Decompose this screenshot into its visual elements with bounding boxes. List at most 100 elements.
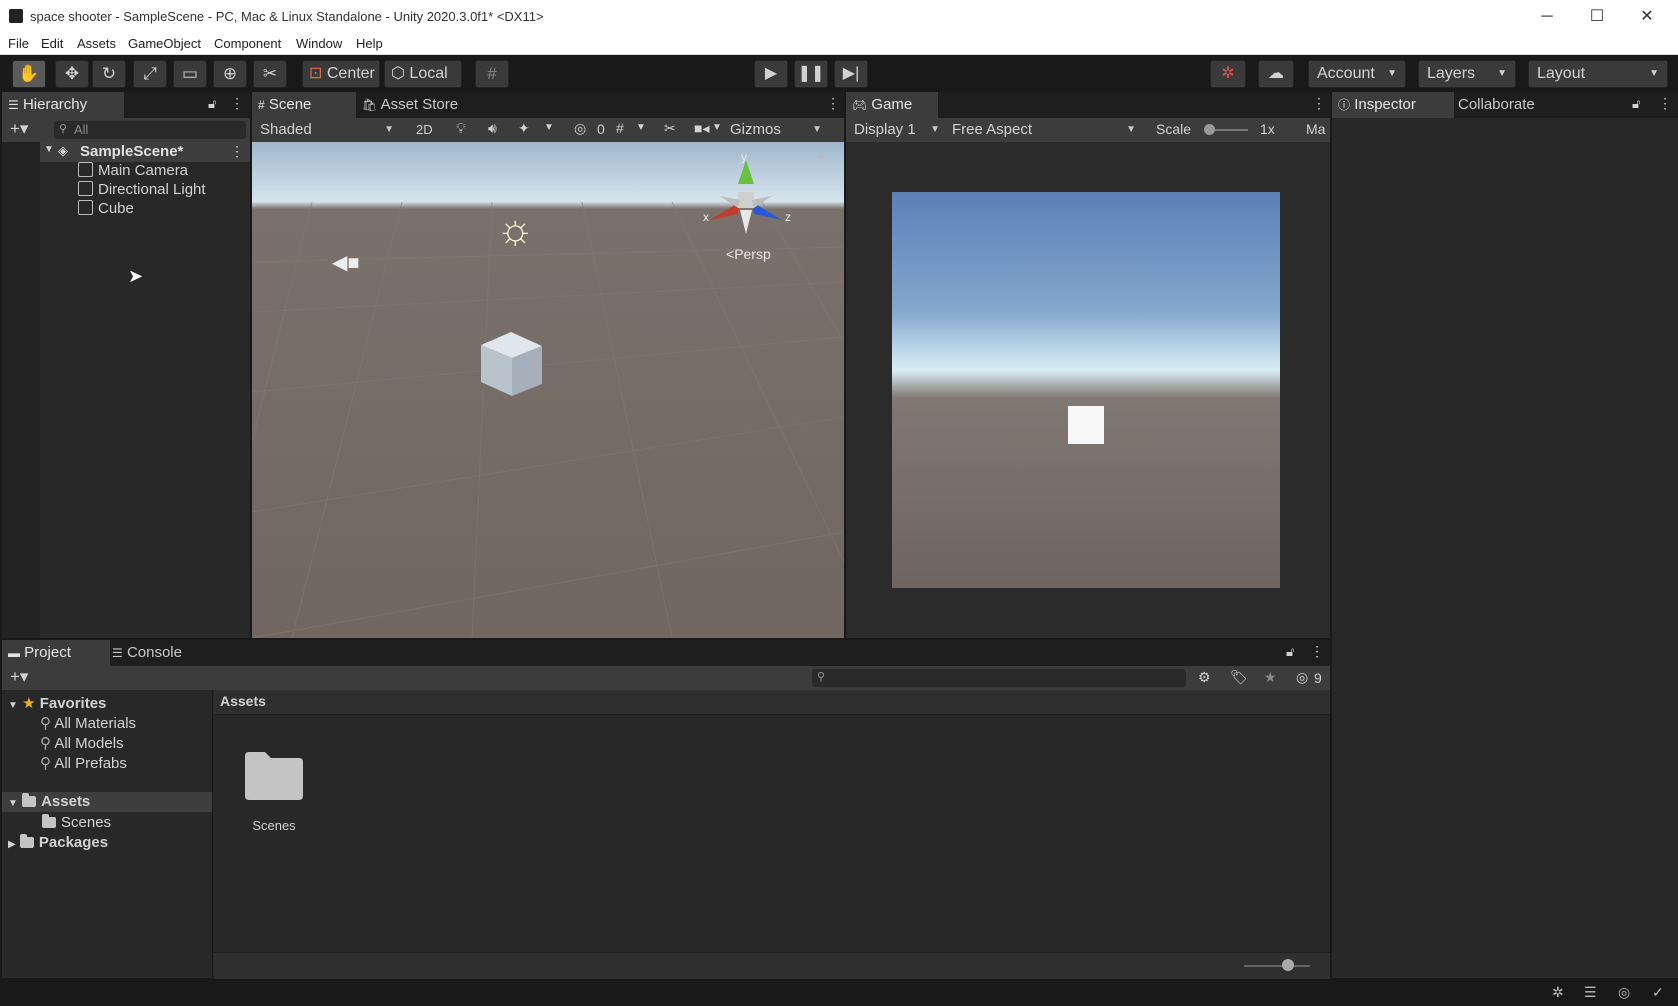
favorite-all-prefabs[interactable]: ⚲ All Prefabs <box>40 754 127 772</box>
pause-button[interactable]: ❚❚ <box>794 60 828 88</box>
tab-scene[interactable]: # Scene <box>252 92 356 118</box>
favorite-star-icon[interactable]: ★ <box>1264 669 1277 686</box>
add-icon[interactable]: +▾ <box>10 119 28 139</box>
maximize-button[interactable]: ☐ <box>1574 4 1620 30</box>
tab-hierarchy[interactable]: ☰ Hierarchy <box>2 92 124 118</box>
chevron-down-icon[interactable]: ▼ <box>544 122 554 133</box>
assets-folder-row[interactable]: ▼ Assets <box>2 792 212 812</box>
search-by-label-icon[interactable]: 🏷︎ <box>1230 669 1248 686</box>
transform-tool-button[interactable]: ⊕ <box>213 60 247 88</box>
lock-icon[interactable]: 🔓︎ <box>1286 644 1294 660</box>
cloud-button[interactable]: ☁ <box>1258 60 1294 88</box>
audio-toggle-icon[interactable]: 🔊︎ <box>488 120 497 137</box>
collab-button[interactable]: ✲ <box>1210 60 1246 88</box>
layout-dropdown[interactable]: Layout ▼ <box>1528 60 1668 88</box>
lock-icon[interactable]: 🔓︎ <box>1632 96 1640 112</box>
scene-row[interactable]: ▼ ◈ SampleScene* ⋮ <box>40 142 250 162</box>
search-by-type-icon[interactable]: ⚙ <box>1198 669 1211 686</box>
chevron-down-icon[interactable]: ▼ <box>636 122 646 133</box>
close-button[interactable]: ✕ <box>1624 4 1670 30</box>
camera-gizmo-icon[interactable]: ◀■ <box>332 250 359 275</box>
account-dropdown[interactable]: Account ▼ <box>1308 60 1406 88</box>
menu-file[interactable]: File <box>8 36 29 51</box>
hierarchy-item-main-camera[interactable]: Main Camera <box>78 162 188 179</box>
menu-assets[interactable]: Assets <box>77 36 116 51</box>
effects-toggle-icon[interactable]: ✦ <box>518 120 530 137</box>
lighting-toggle-icon[interactable]: 💡︎ <box>456 120 466 137</box>
hierarchy-search-input[interactable]: ⚲ All <box>54 121 246 139</box>
bug-icon[interactable]: ✲ <box>1552 984 1564 1001</box>
favorite-all-models[interactable]: ⚲ All Models <box>40 734 124 752</box>
display-dropdown[interactable]: Display 1 ▼ <box>848 119 946 141</box>
persp-toggle[interactable]: <Persp <box>726 246 771 262</box>
game-viewport[interactable] <box>892 192 1280 588</box>
tools-icon[interactable]: ✂ <box>664 120 676 137</box>
kebab-menu-icon[interactable]: ⋮ <box>230 143 244 160</box>
directional-light-gizmo-icon[interactable]: ☼ <box>496 208 535 250</box>
breadcrumb[interactable]: Assets <box>220 693 266 709</box>
menu-help[interactable]: Help <box>356 36 383 51</box>
icon-size-slider-track[interactable] <box>1244 965 1310 967</box>
shading-mode-dropdown[interactable]: Shaded ▼ <box>254 119 400 141</box>
move-tool-button[interactable]: ✥ <box>55 60 89 88</box>
scene-viewport[interactable]: ☼ ◀■ y x z 🔒︎ <Persp <box>252 142 844 638</box>
lock-icon[interactable]: 🔓︎ <box>208 96 216 112</box>
scale-slider-handle[interactable] <box>1204 124 1215 135</box>
hidden-packages-icon[interactable]: ◎ <box>1296 669 1308 686</box>
play-button[interactable]: ▶ <box>754 60 788 88</box>
kebab-menu-icon[interactable]: ⋮ <box>826 95 840 112</box>
hand-tool-button[interactable]: ✋ <box>12 60 46 88</box>
kebab-menu-icon[interactable]: ⋮ <box>1312 95 1326 112</box>
cube-object[interactable] <box>476 328 546 400</box>
pivot-center-button[interactable]: ⊡ Center <box>302 60 380 88</box>
pivot-local-button[interactable]: ⬡ Local <box>384 60 462 88</box>
gizmos-label: Gizmos <box>730 121 781 138</box>
gizmo-lock-icon[interactable]: 🔒︎ <box>818 150 824 163</box>
tab-collaborate[interactable]: Collaborate <box>1452 92 1564 118</box>
favorites-item[interactable]: ▼ ★ Favorites <box>8 694 106 712</box>
menu-window[interactable]: Window <box>296 36 342 51</box>
game-cube-object <box>1068 406 1104 444</box>
gizmos-dropdown[interactable]: Gizmos ▼ <box>724 119 822 141</box>
tab-asset-store[interactable]: 🛍︎ Asset Store <box>356 92 488 118</box>
icon-size-slider-handle[interactable] <box>1282 959 1294 971</box>
database-icon[interactable]: ☰ <box>1584 984 1597 1001</box>
menu-edit[interactable]: Edit <box>41 36 63 51</box>
rect-tool-button[interactable]: ▭ <box>173 60 207 88</box>
folder-scenes[interactable]: Scenes <box>42 814 111 831</box>
menu-component[interactable]: Component <box>214 36 281 51</box>
aspect-dropdown[interactable]: Free Aspect ▼ <box>946 119 1142 141</box>
hidden-objects-icon[interactable]: ◎ <box>574 120 586 137</box>
hierarchy-item-directional-light[interactable]: Directional Light <box>78 181 206 198</box>
minimize-button[interactable]: ─ <box>1524 4 1570 30</box>
packages-folder-row[interactable]: ▶ Packages <box>8 834 108 851</box>
hierarchy-item-cube[interactable]: Cube <box>78 200 134 217</box>
step-button[interactable]: ▶| <box>834 60 868 88</box>
2d-toggle-button[interactable]: 2D <box>410 119 444 141</box>
expand-caret-icon[interactable]: ▼ <box>44 144 54 155</box>
add-icon[interactable]: +▾ <box>10 667 28 687</box>
camera-icon[interactable]: ■◂ <box>694 120 709 137</box>
maximize-on-play-toggle[interactable]: Ma <box>1306 121 1325 137</box>
grid-snap-button[interactable]: # <box>475 60 509 88</box>
chevron-down-icon[interactable]: ▼ <box>712 122 722 133</box>
kebab-menu-icon[interactable]: ⋮ <box>1658 95 1672 112</box>
asset-grid-item-scenes[interactable]: Scenes <box>234 748 314 848</box>
favorite-all-materials[interactable]: ⚲ All Materials <box>40 714 136 732</box>
rotate-tool-button[interactable]: ↻ <box>92 60 126 88</box>
kebab-menu-icon[interactable]: ⋮ <box>1310 643 1324 660</box>
tab-inspector[interactable]: ⓘ Inspector <box>1332 92 1454 118</box>
tab-console[interactable]: ☰ Console <box>106 640 214 666</box>
layers-dropdown[interactable]: Layers ▼ <box>1418 60 1516 88</box>
check-icon[interactable]: ✓ <box>1652 984 1664 1001</box>
scale-tool-button[interactable]: ⤢ <box>133 60 167 88</box>
grid-toggle-icon[interactable]: # <box>616 120 624 136</box>
tab-game[interactable]: 🎮︎ Game <box>846 92 938 118</box>
orientation-gizmo[interactable] <box>698 154 794 240</box>
kebab-menu-icon[interactable]: ⋮ <box>230 95 244 112</box>
menu-gameobject[interactable]: GameObject <box>128 36 201 51</box>
custom-tool-button[interactable]: ✂ <box>253 60 287 88</box>
lighting-icon[interactable]: ◎ <box>1618 984 1630 1001</box>
tab-project[interactable]: ▬ Project <box>2 640 110 666</box>
project-search-input[interactable]: ⚲ <box>812 669 1186 687</box>
